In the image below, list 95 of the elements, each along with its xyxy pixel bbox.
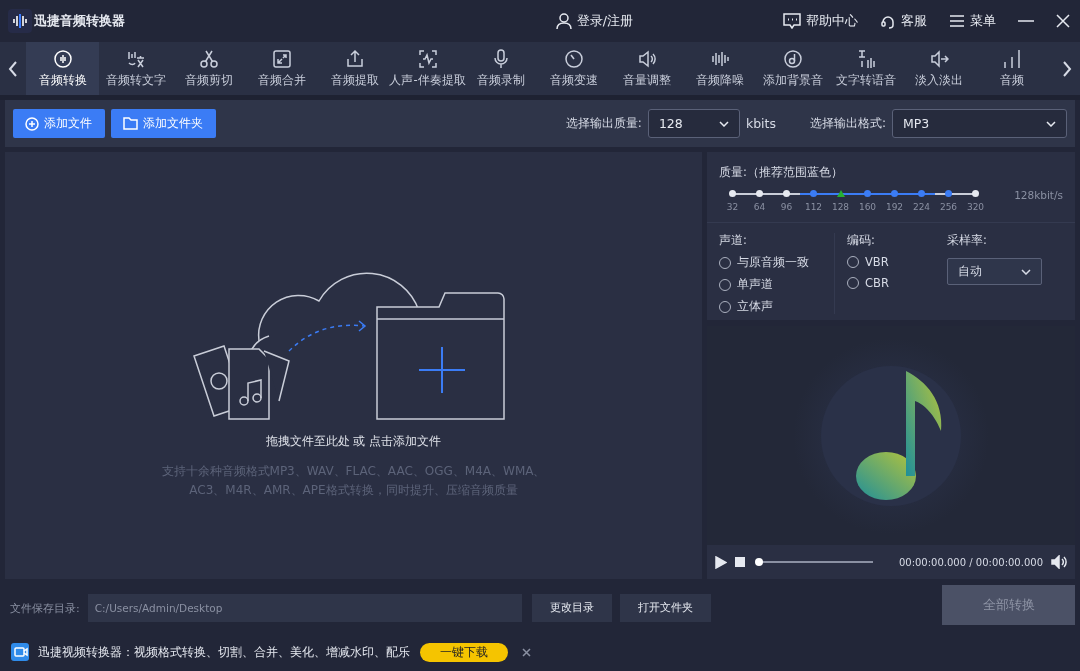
help-button[interactable]: 帮助中心	[783, 12, 858, 30]
quality-step-point[interactable]	[756, 190, 763, 197]
close-button[interactable]	[1056, 14, 1070, 28]
quality-step-label: 128	[831, 202, 850, 212]
tab-icon	[1001, 49, 1022, 69]
logo-icon	[8, 9, 32, 33]
drop-hint: 拖拽文件至此处 或 点击添加文件	[265, 433, 442, 450]
encoding-label: 编码:	[847, 233, 876, 248]
quality-step-label: 160	[858, 202, 877, 212]
open-folder-button[interactable]: 打开文件夹	[619, 594, 711, 622]
sample-rate-label: 采样率:	[947, 233, 988, 248]
quality-reading: 128kbit/s	[1014, 189, 1063, 201]
close-promo-button[interactable]	[522, 647, 531, 657]
tab[interactable]: 添加背景音	[756, 42, 829, 95]
change-directory-button[interactable]: 更改目录	[531, 594, 612, 622]
tab[interactable]: 音频合并	[245, 42, 318, 95]
slider-thumb[interactable]	[755, 558, 763, 566]
tab[interactable]: 音频录制	[464, 42, 537, 95]
quality-label: 选择输出质量:	[565, 115, 642, 132]
tab[interactable]: 音频变速	[537, 42, 610, 95]
tab[interactable]: 音量调整	[610, 42, 683, 95]
save-path-field[interactable]: C:/Users/Admin/Desktop	[87, 594, 522, 622]
radio-option[interactable]: VBR	[847, 255, 947, 269]
tab-icon	[271, 49, 292, 69]
format-label: 选择输出格式:	[809, 115, 886, 132]
channel-label: 声道:	[719, 233, 748, 248]
chevron-right-icon	[1062, 60, 1072, 77]
close-icon	[1056, 14, 1070, 28]
promo-text: 迅捷视频转换器：视频格式转换、切割、合并、美化、增减水印、配乐	[38, 644, 410, 660]
tab[interactable]: 淡入淡出	[902, 42, 975, 95]
user-icon	[555, 12, 572, 30]
radio-option[interactable]: 与原音频一致	[719, 255, 834, 270]
chevron-left-icon	[8, 60, 18, 77]
radio-option[interactable]: 立体声	[719, 299, 834, 314]
tab[interactable]: 音频剪切	[172, 42, 245, 95]
speaker-icon	[1051, 555, 1067, 569]
tab[interactable]: 音频降噪	[683, 42, 756, 95]
tab[interactable]: 音频转文字	[99, 42, 172, 95]
service-button[interactable]: 客服	[880, 12, 927, 30]
sample-rate-dropdown[interactable]: 自动	[947, 258, 1042, 285]
tab-icon	[417, 49, 438, 69]
quality-step-point[interactable]	[729, 190, 736, 197]
tab[interactable]: 音频转换	[26, 42, 99, 95]
tab-icon	[709, 49, 730, 69]
radio-option[interactable]: CBR	[847, 276, 947, 290]
quality-step-point[interactable]	[972, 190, 979, 197]
quality-dropdown[interactable]: 128	[647, 109, 740, 138]
add-folder-button[interactable]: 添加文件夹	[111, 109, 216, 138]
quality-step-label: 64	[753, 202, 766, 212]
add-file-button[interactable]: 添加文件	[13, 109, 105, 138]
tab[interactable]: 音频	[975, 42, 1048, 95]
play-button[interactable]	[715, 555, 727, 569]
tab[interactable]: 人声-伴奏提取	[391, 42, 464, 95]
tab-icon	[563, 49, 584, 69]
quality-title: 质量:（推荐范围蓝色）	[719, 165, 844, 180]
close-icon	[522, 647, 531, 657]
app-title: 迅捷音频转换器	[34, 12, 125, 30]
quality-step-label: 256	[939, 202, 958, 212]
stop-icon	[735, 557, 745, 567]
tab-icon	[52, 49, 73, 69]
tab[interactable]: 文字转语音	[829, 42, 902, 95]
download-button[interactable]: 一键下载	[420, 642, 508, 662]
chevron-down-icon	[718, 120, 729, 127]
quality-step-label: 96	[780, 202, 793, 212]
tab-icon	[198, 49, 219, 69]
playback-time: 00:00:00.000 / 00:00:00.000	[898, 556, 1043, 568]
menu-button[interactable]: 菜单	[949, 12, 996, 30]
tab-icon	[636, 49, 657, 69]
volume-button[interactable]	[1051, 555, 1067, 569]
quality-step-label: 112	[804, 202, 823, 212]
tab-icon	[928, 49, 949, 69]
radio-option[interactable]: 单声道	[719, 277, 834, 292]
quality-unit: kbits	[745, 116, 776, 131]
plus-circle-icon	[25, 116, 39, 131]
headset-icon	[880, 13, 896, 29]
chat-bubble-icon	[783, 13, 801, 29]
quality-step-label: 224	[912, 202, 931, 212]
app-badge-icon	[10, 642, 30, 662]
quality-step-label: 192	[885, 202, 904, 212]
quality-step-point[interactable]	[836, 190, 845, 197]
tab-icon	[782, 49, 803, 69]
login-button[interactable]: 登录/注册	[555, 12, 633, 30]
quality-step-label: 32	[726, 202, 739, 212]
chevron-down-icon	[1021, 268, 1031, 275]
menu-icon	[949, 14, 965, 28]
quality-step-label: 320	[966, 202, 985, 212]
tab-icon	[344, 49, 365, 69]
minimize-icon	[1018, 20, 1034, 22]
save-directory-label: 文件保存目录:	[10, 600, 80, 616]
quality-step-point[interactable]	[783, 190, 790, 197]
tab-icon	[125, 49, 146, 69]
format-dropdown[interactable]: MP3	[892, 109, 1067, 138]
folder-icon	[123, 117, 138, 130]
chevron-down-icon	[1046, 120, 1056, 127]
play-icon	[715, 555, 727, 569]
